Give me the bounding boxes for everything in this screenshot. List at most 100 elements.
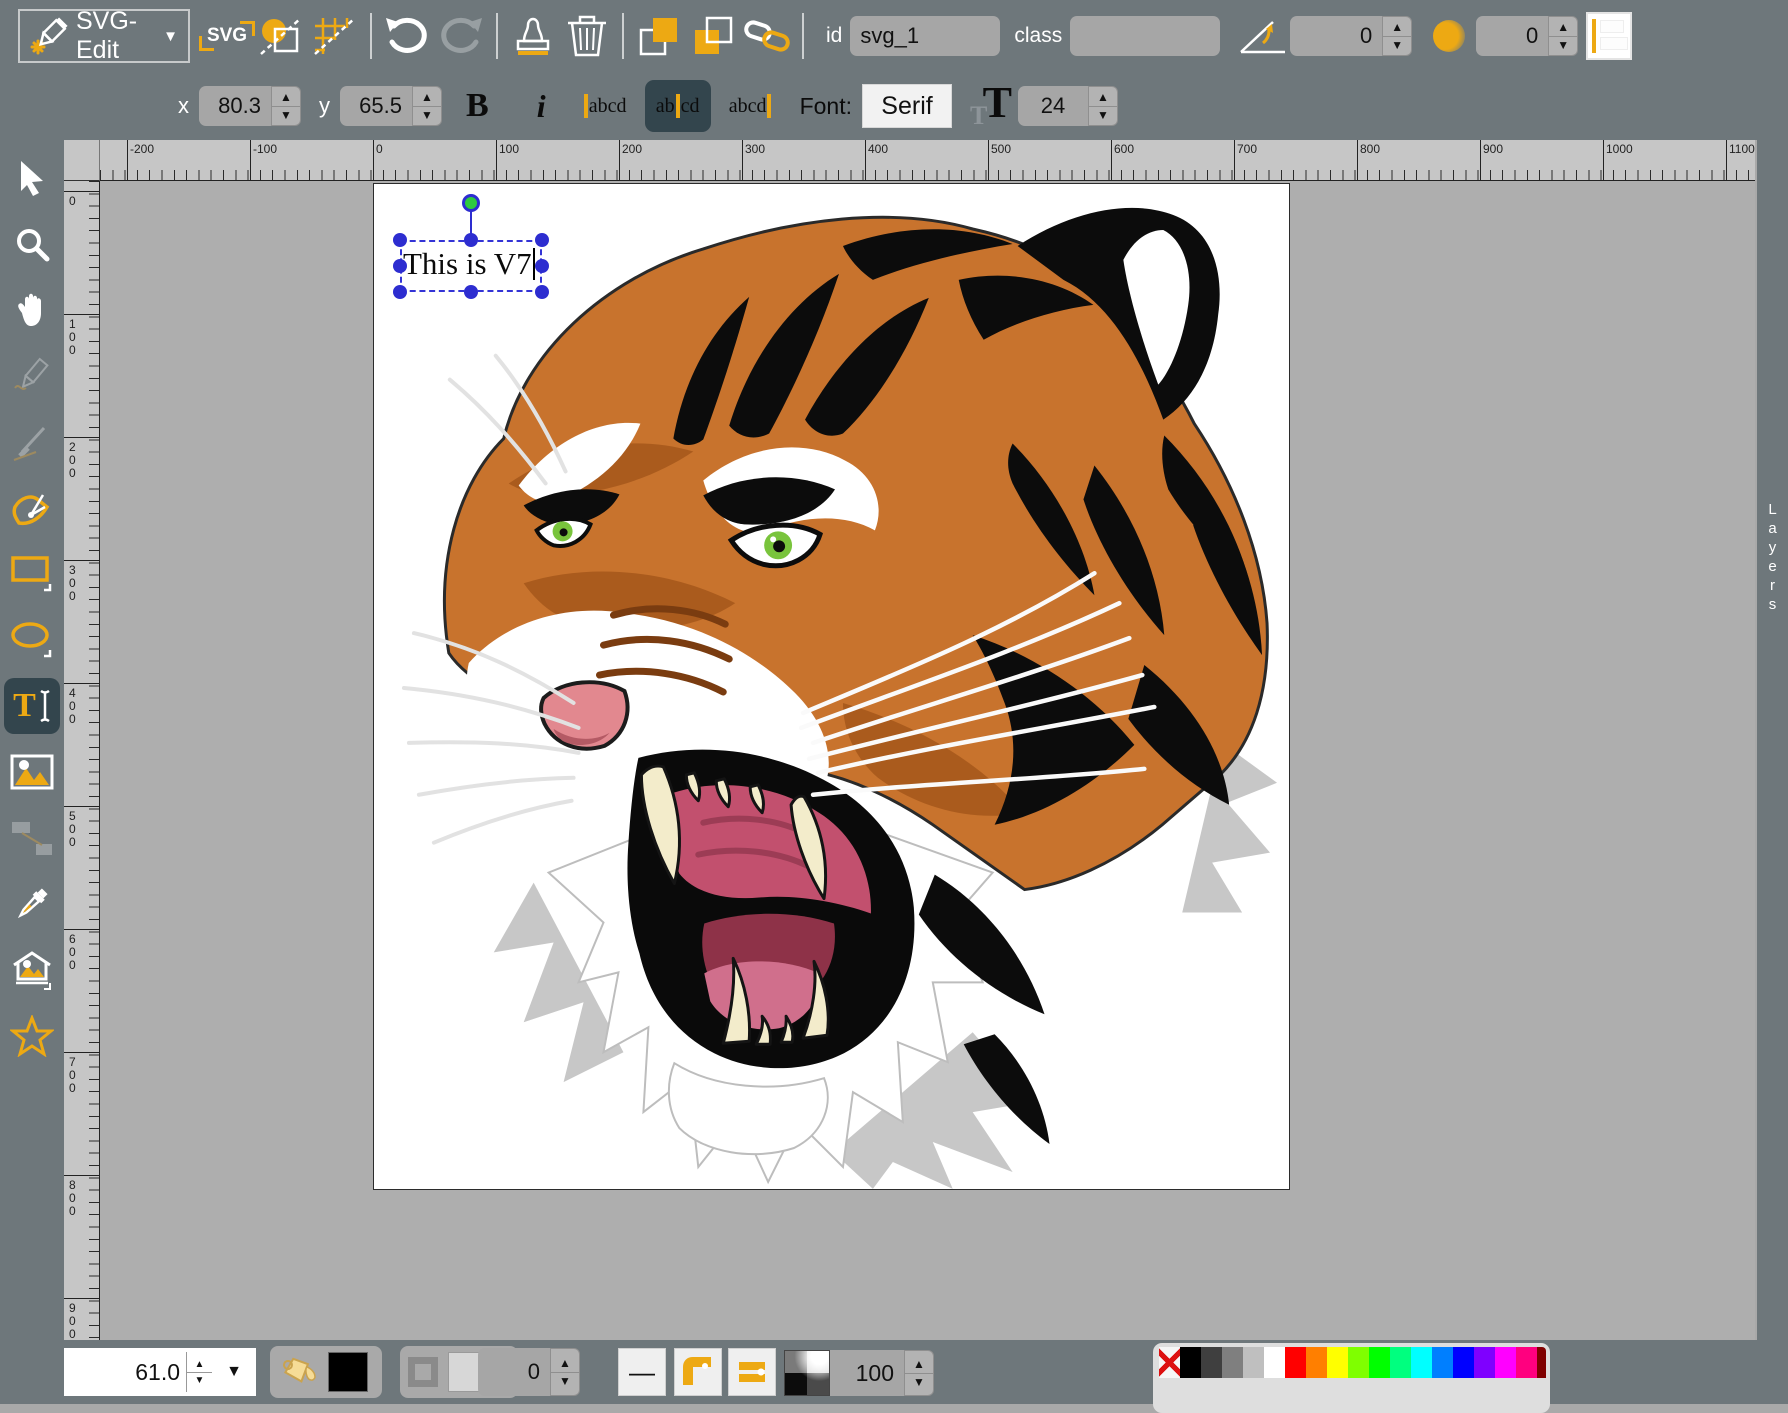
fill-color-swatch[interactable]: [328, 1352, 368, 1392]
undo-button[interactable]: [380, 9, 434, 63]
y-input[interactable]: [340, 86, 412, 126]
zoom-control[interactable]: 61.0 ▲▼ ▼: [64, 1348, 256, 1396]
palette-swatch-none[interactable]: [1159, 1347, 1180, 1378]
fill-color-control[interactable]: [270, 1346, 382, 1398]
italic-button[interactable]: i: [537, 88, 546, 125]
line-tool-button[interactable]: [4, 414, 60, 470]
separator: [802, 13, 804, 59]
linejoin-button[interactable]: [674, 1348, 722, 1396]
layers-panel-collapsed[interactable]: L a y e r s: [1757, 140, 1788, 1340]
grid-snap-button[interactable]: [308, 9, 362, 63]
palette-swatch-007fff[interactable]: [1432, 1347, 1453, 1378]
canvas-text-element[interactable]: This is V7: [403, 246, 535, 282]
shape-library-button[interactable]: [4, 942, 60, 998]
x-input[interactable]: [199, 86, 271, 126]
palette-swatch-ffff00[interactable]: [1327, 1347, 1348, 1378]
layers-panel-label: L a y e r s: [1757, 500, 1788, 614]
linecap-button[interactable]: [728, 1348, 776, 1396]
font-family-button[interactable]: Serif: [862, 84, 952, 128]
palette-swatch-00ff00[interactable]: [1369, 1347, 1390, 1378]
svg-canvas[interactable]: This is V7: [373, 183, 1290, 1190]
palette-swatch-0000ff[interactable]: [1453, 1347, 1474, 1378]
path-tool-button[interactable]: [4, 480, 60, 536]
rectangle-tool-button[interactable]: [4, 546, 60, 602]
pan-tool-button[interactable]: [4, 282, 60, 338]
clone-stamp-button[interactable]: [506, 9, 560, 63]
opacity-value[interactable]: 100: [830, 1350, 904, 1396]
color-palette[interactable]: [1153, 1343, 1550, 1413]
v-ruler-tick: [64, 683, 100, 684]
zoom-stepper[interactable]: ▲▼: [186, 1352, 212, 1392]
stroke-width-stepper[interactable]: ▲▼: [550, 1348, 580, 1396]
text-anchor-middle-button[interactable]: ab cd: [645, 80, 711, 132]
top-toolbar: SVG-Edit ▼ SVG: [0, 0, 1788, 140]
palette-swatch-7f00ff[interactable]: [1474, 1347, 1495, 1378]
zoom-dropdown-arrow[interactable]: ▼: [212, 1363, 256, 1381]
palette-swatch-ff7f00[interactable]: [1306, 1347, 1327, 1378]
svg-source-button[interactable]: SVG: [200, 9, 254, 63]
selection-overlay[interactable]: This is V7: [400, 240, 542, 292]
stroke-dash-button[interactable]: —: [618, 1348, 666, 1396]
handle-se[interactable]: [535, 285, 549, 299]
palette-swatch-7f0000[interactable]: [1537, 1347, 1546, 1378]
palette-swatch-ff007f[interactable]: [1516, 1347, 1537, 1378]
move-to-bottom-button[interactable]: [686, 9, 740, 63]
font-size-stepper[interactable]: ▲▼: [1088, 86, 1118, 126]
redo-button[interactable]: [434, 9, 488, 63]
handle-nw[interactable]: [393, 233, 407, 247]
handle-e[interactable]: [535, 259, 549, 273]
palette-swatch-7f7f7f[interactable]: [1222, 1347, 1243, 1378]
handle-n[interactable]: [464, 233, 478, 247]
text-anchor-start-button[interactable]: abcd: [573, 80, 639, 132]
palette-swatch-ffffff[interactable]: [1264, 1347, 1285, 1378]
handle-s[interactable]: [464, 285, 478, 299]
move-to-top-button[interactable]: [632, 9, 686, 63]
opacity-gradient-swatch[interactable]: [784, 1350, 830, 1396]
palette-swatch-00ffff[interactable]: [1411, 1347, 1432, 1378]
pencil-tool-button[interactable]: [4, 348, 60, 404]
export-image-button[interactable]: [254, 9, 308, 63]
text-tool-button[interactable]: T: [4, 678, 60, 734]
main-menu-button[interactable]: SVG-Edit ▼: [18, 9, 190, 63]
class-input[interactable]: [1070, 16, 1220, 56]
palette-swatch-000000[interactable]: [1180, 1347, 1201, 1378]
text-context-toolbar: x ▲▼ y ▲▼ B i abcd ab cd abcd Font: Seri…: [0, 72, 1788, 140]
font-size-input[interactable]: [1018, 86, 1088, 126]
link-button[interactable]: [740, 9, 794, 63]
connector-tool-button[interactable]: [4, 810, 60, 866]
palette-swatch-ff00ff[interactable]: [1495, 1347, 1516, 1378]
eyedropper-tool-button[interactable]: [4, 876, 60, 932]
delete-trash-button[interactable]: [560, 9, 614, 63]
x-stepper[interactable]: ▲▼: [271, 86, 301, 126]
opacity-stepper[interactable]: ▲▼: [904, 1350, 934, 1396]
panel-toggle-button[interactable]: [1586, 12, 1632, 60]
angle-input[interactable]: [1290, 16, 1382, 56]
blur-input[interactable]: [1476, 16, 1548, 56]
palette-swatch-ff0000[interactable]: [1285, 1347, 1306, 1378]
palette-swatch-7fff00[interactable]: [1348, 1347, 1369, 1378]
zoom-tool-button[interactable]: [4, 216, 60, 272]
palette-swatch-3f3f3f[interactable]: [1201, 1347, 1222, 1378]
palette-swatch-00ff7f[interactable]: [1390, 1347, 1411, 1378]
palette-swatch-bfbfbf[interactable]: [1243, 1347, 1264, 1378]
image-tool-button[interactable]: [4, 744, 60, 800]
text-anchor-end-button[interactable]: abcd: [717, 80, 783, 132]
star-tool-button[interactable]: [4, 1008, 60, 1064]
bold-button[interactable]: B: [466, 87, 489, 125]
handle-w[interactable]: [393, 259, 407, 273]
ellipse-tool-button[interactable]: [4, 612, 60, 668]
zoom-value[interactable]: 61.0: [64, 1359, 186, 1386]
opacity-control[interactable]: 100 ▲▼: [830, 1350, 934, 1396]
angle-stepper[interactable]: ▲▼: [1382, 16, 1412, 56]
rotate-handle[interactable]: [462, 194, 480, 212]
handle-sw[interactable]: [393, 285, 407, 299]
h-ruler-label: 100: [499, 142, 519, 156]
tiger-artwork[interactable]: [374, 184, 1289, 1189]
stroke-width-input[interactable]: [478, 1348, 550, 1396]
select-tool-button[interactable]: [4, 150, 60, 206]
handle-ne[interactable]: [535, 233, 549, 247]
blur-stepper[interactable]: ▲▼: [1548, 16, 1578, 56]
y-stepper[interactable]: ▲▼: [412, 86, 442, 126]
vertical-ruler: 01 0 02 0 03 0 04 0 05 0 06 0 07 0 08 0 …: [64, 181, 100, 1340]
id-input[interactable]: [850, 16, 1000, 56]
